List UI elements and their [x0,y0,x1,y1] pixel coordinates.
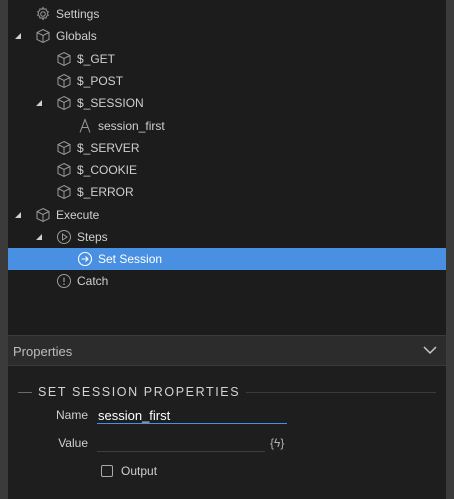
output-checkbox[interactable] [101,465,113,477]
tree-item-settings[interactable]: Settings [8,3,446,25]
tree-item-label: Steps [77,230,108,244]
cube-icon [56,51,72,67]
server-action-tree: Settings Globals $_GET $_POST $_SESSION [8,0,446,335]
collapse-arrow-icon[interactable] [34,232,44,242]
cube-icon [56,95,72,111]
play-circle-icon [56,229,72,245]
name-input-underline [97,423,287,424]
collapse-arrow-icon[interactable] [34,98,44,108]
cube-icon [56,162,72,178]
tree-item-label: Catch [77,274,109,288]
value-input[interactable] [98,434,264,452]
tree-item-label: $_SESSION [77,96,144,110]
properties-header[interactable]: Properties [8,335,446,366]
tree-item-steps[interactable]: Steps [8,226,446,248]
tree-item-label: Execute [56,208,100,222]
tree-item-label: session_first [98,119,165,133]
section-rule [246,392,436,393]
tree-item-post[interactable]: $_POST [8,70,446,92]
section-title: SET SESSION PROPERTIES [38,385,241,399]
tree-item-cookie[interactable]: $_COOKIE [8,159,446,181]
tree-item-catch[interactable]: Catch [8,270,446,292]
name-input[interactable] [98,406,286,424]
text-type-icon [77,118,93,134]
value-label: Value [58,436,88,450]
window-frame-left [0,0,8,499]
cube-icon [56,184,72,200]
tree-item-server[interactable]: $_SERVER [8,137,446,159]
tree-item-label: $_COOKIE [77,163,138,177]
arrow-right-circle-icon [77,251,93,267]
cube-icon [56,140,72,156]
tree-item-set-session[interactable]: Set Session [8,248,446,270]
tree-item-label: $_POST [77,74,124,88]
collapse-arrow-icon[interactable] [13,31,23,41]
tree-item-label: $_ERROR [77,185,134,199]
tree-item-session-first[interactable]: session_first [8,115,446,137]
tree-item-execute[interactable]: Execute [8,204,446,226]
collapse-arrow-icon[interactable] [13,210,23,220]
alert-circle-icon [56,273,72,289]
properties-panel: SET SESSION PROPERTIES Name Value {ϟ} Ou… [8,366,446,499]
value-input-underline [97,451,265,452]
section-rule [18,392,32,393]
tree-item-get[interactable]: $_GET [8,48,446,70]
cube-icon [56,73,72,89]
cube-icon [35,28,51,44]
gear-icon [35,6,51,22]
dynamic-data-icon[interactable]: {ϟ} [270,436,284,450]
chevron-down-icon[interactable] [422,344,438,359]
output-label: Output [121,464,158,478]
properties-title: Properties [13,344,73,359]
tree-item-label: $_SERVER [77,141,140,155]
tree-item-label: Set Session [98,252,163,266]
tree-item-label: $_GET [77,52,116,66]
name-label: Name [55,408,88,422]
tree-item-label: Globals [56,29,97,43]
section-heading: SET SESSION PROPERTIES [18,384,436,400]
cube-icon [35,207,51,223]
tree-item-label: Settings [56,7,100,21]
window-frame-right [446,0,454,499]
tree-item-globals[interactable]: Globals [8,25,446,47]
tree-item-session[interactable]: $_SESSION [8,92,446,114]
tree-item-error[interactable]: $_ERROR [8,181,446,203]
